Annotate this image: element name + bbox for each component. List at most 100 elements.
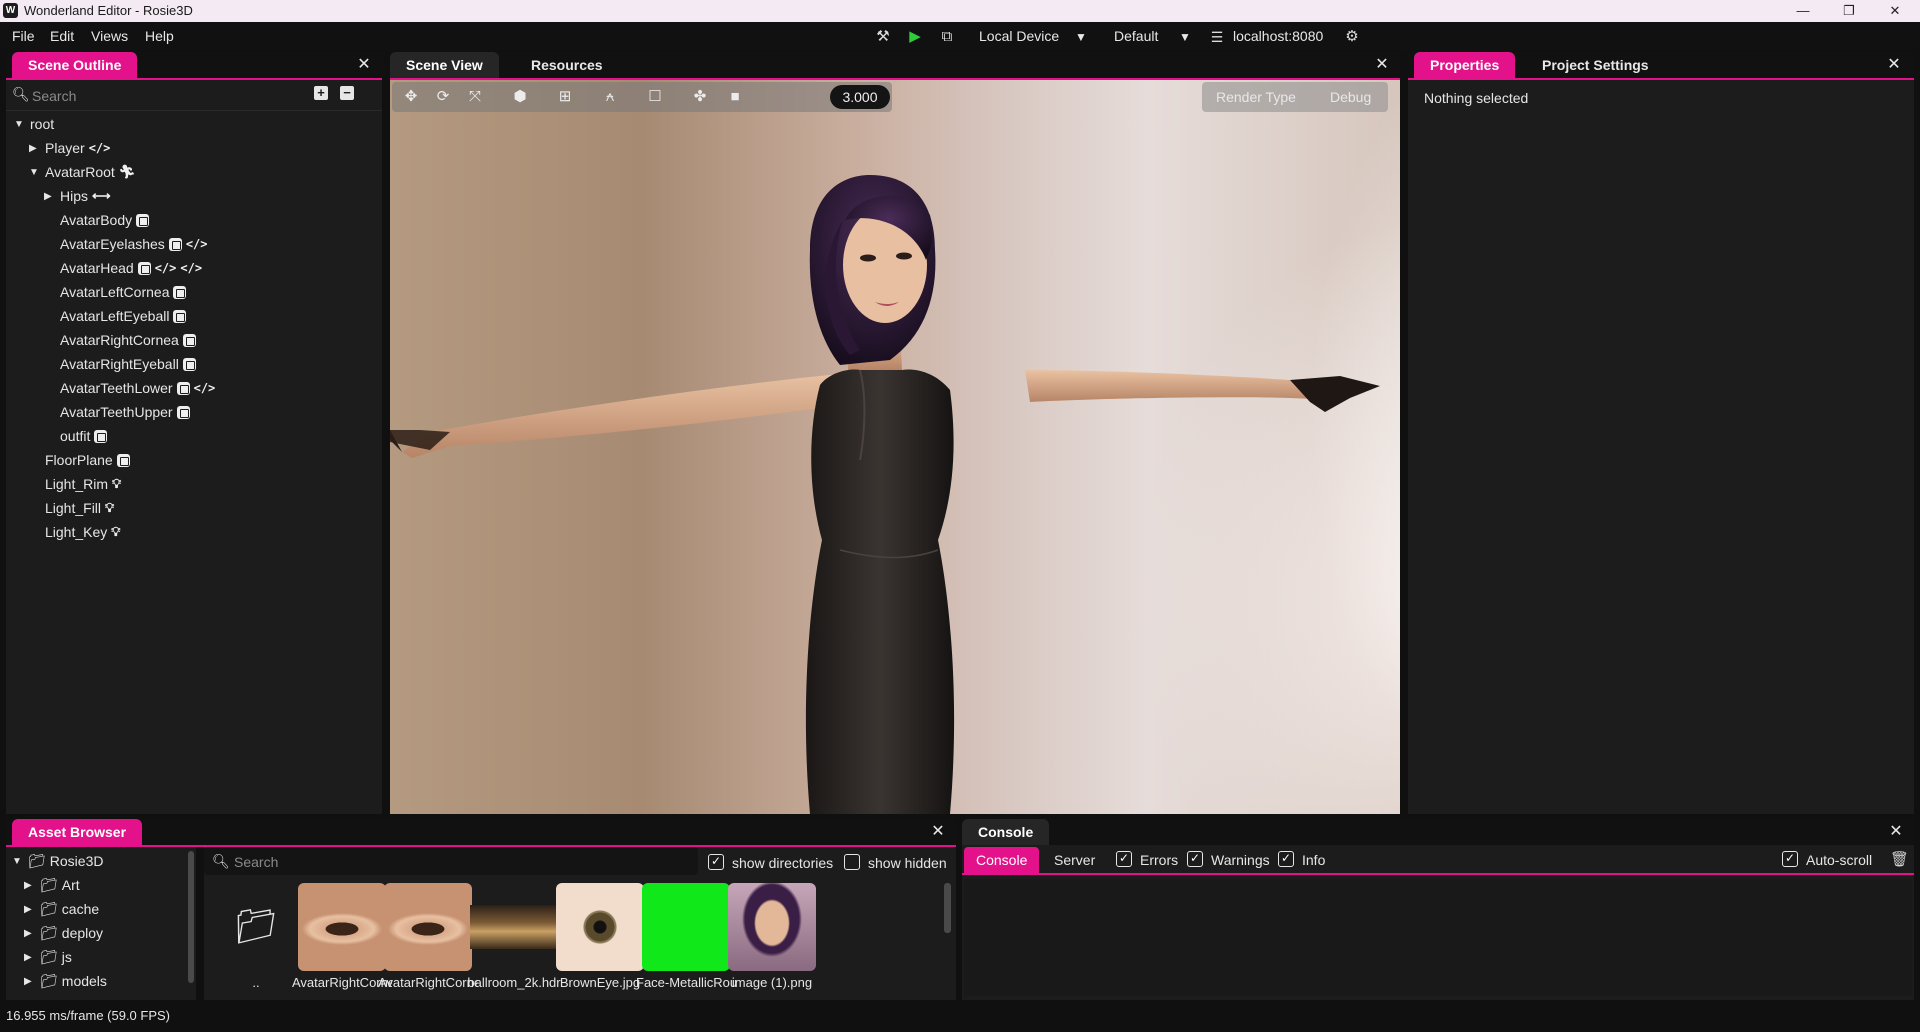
collapse-arrow-icon[interactable]: ▶ <box>24 880 36 891</box>
tree-item[interactable]: AvatarEyelashes </> <box>44 232 208 256</box>
tree-item[interactable]: ▶ Player </> <box>29 136 110 160</box>
close-asset-browser-icon[interactable]: ✕ <box>930 824 946 840</box>
debug-button[interactable]: Debug <box>1330 89 1371 105</box>
minimize-button[interactable]: — <box>1780 0 1826 22</box>
tab-scene-outline[interactable]: Scene Outline <box>12 52 138 78</box>
tree-item[interactable]: ▼ root <box>14 112 54 136</box>
object-mode-icon[interactable]: ⬢ <box>509 87 531 107</box>
asset-item[interactable]: ballroom_2k.hdr <box>464 883 564 990</box>
tab-resources[interactable]: Resources <box>515 52 619 78</box>
tree-item[interactable]: AvatarBody <box>44 208 150 232</box>
console-output[interactable] <box>964 879 1912 996</box>
tree-item[interactable]: AvatarRightCornea <box>44 328 196 352</box>
asset-folder-item[interactable]: ▼ 📁︎ Rosie3D <box>12 849 103 873</box>
snap-icon[interactable]: ⍲ <box>599 87 621 107</box>
close-window-button[interactable]: ✕ <box>1872 0 1918 22</box>
asset-tree-scrollbar[interactable] <box>188 851 194 983</box>
console-subtab-console[interactable]: Console <box>964 847 1040 873</box>
tree-item-label: AvatarEyelashes <box>60 236 165 252</box>
camera-speed-value[interactable]: 3.000 <box>830 85 890 109</box>
tree-item[interactable]: Light_Key 💡︎ <box>29 520 120 544</box>
close-console-icon[interactable]: ✕ <box>1888 824 1904 840</box>
tree-item-label: AvatarLeftEyeball <box>60 308 170 324</box>
maximize-button[interactable]: ❐ <box>1826 0 1872 22</box>
render-type-button[interactable]: Render Type <box>1216 89 1296 105</box>
server-settings-icon[interactable]: ⚙ <box>1341 26 1363 48</box>
collapse-all-icon[interactable]: − <box>340 86 354 100</box>
asset-grid-scrollbar[interactable] <box>944 883 951 933</box>
rotate-tool-icon[interactable]: ⟳ <box>432 87 454 107</box>
console-subtab-server[interactable]: Server <box>1054 852 1095 868</box>
build-hammer-icon[interactable]: ⚒ <box>872 26 894 48</box>
tree-item[interactable]: ▼ AvatarRoot 🏃︎ <box>29 160 135 184</box>
tab-properties[interactable]: Properties <box>1414 52 1516 78</box>
collapse-arrow-icon[interactable]: ▶ <box>24 952 36 963</box>
camera-icon[interactable]: ■ <box>724 87 746 107</box>
tree-item[interactable]: AvatarTeethLower </> <box>44 376 215 400</box>
tab-scene-view[interactable]: Scene View <box>390 52 499 78</box>
asset-search-input[interactable]: Search <box>234 854 278 870</box>
tree-item[interactable]: AvatarTeethUpper <box>44 400 190 424</box>
expand-arrow-icon[interactable]: ▼ <box>14 119 26 130</box>
asset-item[interactable]: AvatarRightCornea_Color_512 <box>378 883 478 990</box>
collapse-arrow-icon[interactable]: ▶ <box>29 143 41 154</box>
tab-console[interactable]: Console <box>962 819 1050 845</box>
tree-item[interactable]: outfit <box>44 424 108 448</box>
info-checkbox[interactable]: ✓ <box>1278 850 1294 868</box>
menu-edit[interactable]: Edit <box>50 28 74 44</box>
move-tool-icon[interactable]: ✥ <box>400 87 422 107</box>
device-dropdown-icon[interactable]: ▼ <box>1075 30 1087 44</box>
menu-views[interactable]: Views <box>91 28 128 44</box>
clear-console-trash-icon[interactable]: 🗑︎ <box>1890 850 1909 868</box>
grid-icon[interactable]: ⊞ <box>554 87 576 107</box>
asset-folder-item[interactable]: ▶ 📁︎ js <box>24 945 72 969</box>
errors-checkbox[interactable]: ✓ <box>1116 850 1132 868</box>
asset-label: .. <box>252 975 260 990</box>
scene-viewport[interactable]: ✥ ⟳ ⤧ ⬢ ⊞ ⍲ ☐ ✤ ■ 3.000 Render Type Debu… <box>390 80 1400 814</box>
collapse-arrow-icon[interactable]: ▶ <box>44 191 56 202</box>
expand-arrow-icon[interactable]: ▼ <box>29 167 41 178</box>
tree-item[interactable]: FloorPlane <box>29 448 130 472</box>
tree-item[interactable]: AvatarLeftCornea <box>44 280 187 304</box>
tree-item[interactable]: Light_Rim 💡︎ <box>29 472 121 496</box>
outline-search-input[interactable]: Search <box>32 88 76 104</box>
asset-folder-item[interactable]: ▶ 📁︎ models <box>24 969 107 993</box>
tree-item[interactable]: ▶ Hips ⟷ <box>44 184 111 208</box>
asset-item[interactable]: AvatarRightCornea_Color_512 <box>292 883 392 990</box>
collapse-arrow-icon[interactable]: ▶ <box>24 976 36 987</box>
expand-all-icon[interactable]: + <box>314 86 328 100</box>
asset-folder-item[interactable]: ▶ 📁︎ Art <box>24 873 80 897</box>
device-select[interactable]: Local Device <box>979 28 1059 44</box>
collapse-arrow-icon[interactable]: ▶ <box>24 928 36 939</box>
config-select[interactable]: Default <box>1114 28 1158 44</box>
asset-item[interactable]: BrownEye.jpg <box>550 883 650 990</box>
close-scene-outline-icon[interactable]: ✕ <box>356 57 372 73</box>
close-center-icon[interactable]: ✕ <box>1374 57 1390 73</box>
asset-folder-item[interactable]: ▶ 📁︎ deploy <box>24 921 103 945</box>
config-dropdown-icon[interactable]: ▼ <box>1179 30 1191 44</box>
menu-help[interactable]: Help <box>145 28 174 44</box>
autoscroll-checkbox[interactable]: ✓ <box>1782 850 1798 868</box>
show-directories-checkbox[interactable]: ✓ <box>708 853 724 871</box>
asset-item[interactable]: image (1).png <box>722 883 822 990</box>
play-icon[interactable]: ▶ <box>904 26 926 48</box>
tree-item[interactable]: AvatarRightEyeball <box>44 352 196 376</box>
tree-item[interactable]: Light_Fill 💡︎ <box>29 496 114 520</box>
open-external-icon[interactable]: ⧉ <box>936 26 958 48</box>
tab-asset-browser[interactable]: Asset Browser <box>12 819 143 845</box>
bounds-icon[interactable]: ☐ <box>644 87 666 107</box>
menu-file[interactable]: File <box>12 28 35 44</box>
tree-item[interactable]: AvatarHead </> </> <box>44 256 202 280</box>
asset-folder-item[interactable]: ▶ 📁︎ cache <box>24 897 99 921</box>
components-icon[interactable]: ✤ <box>689 87 711 107</box>
warnings-checkbox[interactable]: ✓ <box>1187 850 1203 868</box>
asset-item[interactable]: 📁︎.. <box>206 883 306 990</box>
expand-arrow-icon[interactable]: ▼ <box>12 856 24 867</box>
scale-tool-icon[interactable]: ⤧ <box>464 87 486 107</box>
collapse-arrow-icon[interactable]: ▶ <box>24 904 36 915</box>
show-hidden-checkbox[interactable] <box>844 853 860 871</box>
tree-item[interactable]: AvatarLeftEyeball <box>44 304 187 328</box>
tab-project-settings[interactable]: Project Settings <box>1526 52 1665 78</box>
close-properties-icon[interactable]: ✕ <box>1886 57 1902 73</box>
asset-item[interactable]: Face-MetallicRoughness.jpg <box>636 883 736 990</box>
